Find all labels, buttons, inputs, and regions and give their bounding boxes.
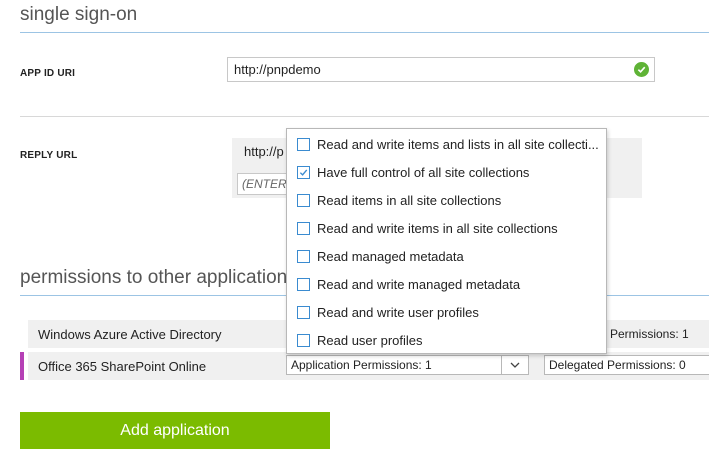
permission-option-label: Read and write items and lists in all si… xyxy=(317,136,599,152)
permission-option[interactable]: Read items in all site collections xyxy=(297,190,602,210)
checkbox-icon[interactable] xyxy=(297,137,310,151)
permission-option[interactable]: Have full control of all site collection… xyxy=(297,162,602,182)
permissions-section-title: permissions to other application xyxy=(20,267,288,288)
permission-option-label: Read items in all site collections xyxy=(317,192,502,208)
app-id-uri-input[interactable]: http://pnpdemo xyxy=(227,57,655,82)
checkbox-icon[interactable] xyxy=(297,249,310,263)
check-circle-icon xyxy=(634,62,649,77)
permission-option-label: Read and write items in all site collect… xyxy=(317,220,558,236)
application-permissions-dropdown: Read and write items and lists in all si… xyxy=(286,128,607,354)
permission-option-label: Have full control of all site collection… xyxy=(317,164,530,180)
delegated-permissions-select[interactable]: Delegated Permissions: 0 xyxy=(544,355,709,375)
permission-option-label: Read and write user profiles xyxy=(317,304,479,320)
add-application-button[interactable]: Add application xyxy=(20,412,330,449)
reply-url-label: REPLY URL xyxy=(20,150,78,161)
sso-divider xyxy=(20,32,709,33)
permission-option[interactable]: Read managed metadata xyxy=(297,246,602,266)
app-name: Windows Azure Active Directory xyxy=(38,327,222,342)
permission-option[interactable]: Read and write user profiles xyxy=(297,302,602,322)
checkbox-checked-icon[interactable] xyxy=(297,165,310,179)
sso-section-title: single sign-on xyxy=(20,4,138,25)
application-permissions-select[interactable]: Application Permissions: 1 xyxy=(286,355,529,375)
permission-option[interactable]: Read user profiles xyxy=(297,330,602,350)
reply-divider xyxy=(20,116,709,117)
azure-ad-delegated-permissions[interactable]: Permissions: 1 xyxy=(610,327,689,341)
checkbox-icon[interactable] xyxy=(297,221,310,235)
app-id-uri-label: APP ID URI xyxy=(20,68,76,79)
permission-option[interactable]: Read and write items in all site collect… xyxy=(297,218,602,238)
app-name: Office 365 SharePoint Online xyxy=(38,359,207,374)
app-id-uri-value: http://pnpdemo xyxy=(234,62,321,77)
permission-option[interactable]: Read and write items and lists in all si… xyxy=(297,134,602,154)
checkbox-icon[interactable] xyxy=(297,193,310,207)
permission-option-label: Read managed metadata xyxy=(317,248,464,264)
application-permissions-value: Application Permissions: 1 xyxy=(291,358,432,372)
selected-row-marker xyxy=(20,352,24,380)
permission-option-label: Read and write managed metadata xyxy=(317,276,521,292)
delegated-permissions-value: Delegated Permissions: 0 xyxy=(549,358,686,372)
permission-option[interactable]: Read and write managed metadata xyxy=(297,274,602,294)
reply-url-value[interactable]: http://p xyxy=(244,144,284,159)
permission-option-label: Read user profiles xyxy=(317,332,423,348)
chevron-down-icon[interactable] xyxy=(501,356,528,374)
checkbox-icon[interactable] xyxy=(297,333,310,347)
checkbox-icon[interactable] xyxy=(297,305,310,319)
checkbox-icon[interactable] xyxy=(297,277,310,291)
